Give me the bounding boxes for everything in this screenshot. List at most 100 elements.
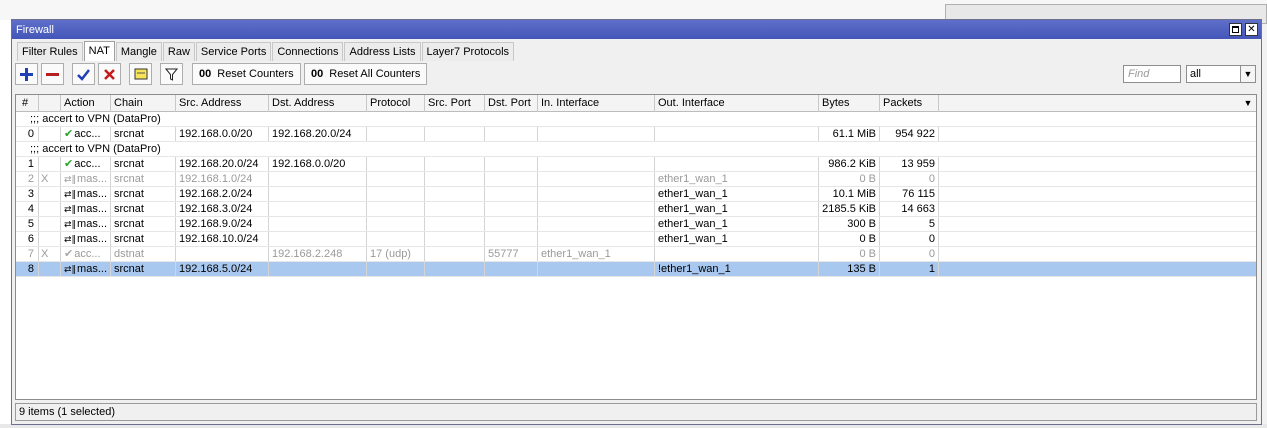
title-bar[interactable]: Firewall ✕	[12, 20, 1261, 39]
tab-filter-rules[interactable]: Filter Rules	[17, 42, 83, 61]
counter-reset-all-icon: 00	[311, 68, 324, 80]
table-header: # Action Chain Src. Address Dst. Address…	[16, 95, 1256, 112]
rule-protocol	[367, 262, 425, 276]
rule-packets: 0	[880, 172, 939, 186]
rule-src-port	[425, 157, 485, 171]
maximize-icon	[1232, 26, 1239, 33]
rule-index: 2	[16, 172, 39, 186]
add-button[interactable]	[15, 63, 38, 85]
rule-index: 3	[16, 187, 39, 201]
rule-src-port	[425, 202, 485, 216]
enable-button[interactable]	[72, 63, 95, 85]
rule-bytes: 0 B	[819, 247, 880, 261]
rule-packets: 0	[880, 247, 939, 261]
rule-index: 4	[16, 202, 39, 216]
tab-connections[interactable]: Connections	[272, 42, 344, 61]
col-protocol[interactable]: Protocol	[367, 95, 425, 112]
rule-protocol	[367, 187, 425, 201]
table-comment-row[interactable]: ;;; accert to VPN (DataPro)	[16, 142, 1256, 157]
rule-flag	[39, 262, 61, 276]
rule-index: 1	[16, 157, 39, 171]
close-button[interactable]: ✕	[1245, 23, 1258, 36]
rule-bytes: 300 B	[819, 217, 880, 231]
reset-counters-button[interactable]: 00 Reset Counters	[192, 63, 301, 85]
rule-dst-address: 192.168.20.0/24	[269, 127, 367, 141]
rule-action-label: acc...	[74, 128, 101, 140]
rule-dst-address: 192.168.0.0/20	[269, 157, 367, 171]
table-row[interactable]: 2 X ⇄‖mas... srcnat 192.168.1.0/24 ether1_wan…	[16, 172, 1256, 187]
rule-in-interface	[538, 157, 655, 171]
remove-button[interactable]	[41, 63, 64, 85]
column-chooser[interactable]: ▼	[1240, 95, 1256, 111]
toolbar: 00 Reset Counters 00 Reset All Counters …	[12, 61, 1261, 87]
disable-button[interactable]	[98, 63, 121, 85]
rule-bytes: 0 B	[819, 232, 880, 246]
col-action[interactable]: Action	[61, 95, 111, 112]
rule-action: ⇄‖mas...	[61, 202, 111, 216]
rule-index: 5	[16, 217, 39, 231]
filter-select-dropdown[interactable]: ▼	[1240, 65, 1256, 83]
chevron-down-icon: ▼	[1243, 98, 1253, 108]
col-dst-address[interactable]: Dst. Address	[269, 95, 367, 112]
rule-action-label: mas...	[77, 188, 107, 200]
maximize-button[interactable]	[1229, 23, 1242, 36]
reset-counters-label: Reset Counters	[217, 68, 294, 80]
table-row[interactable]: 8 ⇄‖mas... srcnat 192.168.5.0/24 !ether1_wan…	[16, 262, 1256, 277]
table-body: ;;; accert to VPN (DataPro) 0 ✔acc... srcna…	[16, 112, 1256, 277]
reset-all-counters-label: Reset All Counters	[329, 68, 421, 80]
rule-dst-port	[485, 232, 538, 246]
table-row[interactable]: 7 X ✔acc... dstnat 192.168.2.248 17 (udp) 5577…	[16, 247, 1256, 262]
rule-protocol	[367, 172, 425, 186]
tab-address-lists[interactable]: Address Lists	[344, 42, 421, 61]
col-dst-port[interactable]: Dst. Port	[485, 95, 538, 112]
col-in-interface[interactable]: In. Interface	[538, 95, 655, 112]
status-bar: 9 items (1 selected)	[15, 403, 1257, 421]
rule-src-address: 192.168.0.0/20	[176, 127, 269, 141]
check-icon	[77, 68, 90, 81]
comment-button[interactable]	[129, 63, 152, 85]
table-row[interactable]: 6 ⇄‖mas... srcnat 192.168.10.0/24 ether1_wan…	[16, 232, 1256, 247]
tab-service-ports[interactable]: Service Ports	[195, 42, 272, 61]
rule-in-interface	[538, 202, 655, 216]
rule-bytes: 2185.5 KiB	[819, 202, 880, 216]
rule-packets: 13 959	[880, 157, 939, 171]
close-icon: ✕	[1247, 23, 1256, 35]
tab-mangle[interactable]: Mangle	[115, 42, 162, 61]
masquerade-icon: ⇄‖	[64, 190, 77, 200]
table-row[interactable]: 3 ⇄‖mas... srcnat 192.168.2.0/24 ether1_wan_…	[16, 187, 1256, 202]
table-comment-row[interactable]: ;;; accert to VPN (DataPro)	[16, 112, 1256, 127]
rule-comment: ;;; accert to VPN (DataPro)	[30, 143, 161, 155]
col-flags[interactable]	[39, 95, 61, 112]
col-index[interactable]: #	[16, 95, 39, 112]
col-chain[interactable]: Chain	[111, 95, 176, 112]
find-input[interactable]: Find	[1123, 65, 1181, 83]
col-out-interface[interactable]: Out. Interface	[655, 95, 819, 112]
tab-layer7-protocols[interactable]: Layer7 Protocols	[421, 42, 515, 61]
rule-src-address: 192.168.5.0/24	[176, 262, 269, 276]
rule-dst-port: 55777	[485, 247, 538, 261]
tab-raw[interactable]: Raw	[162, 42, 195, 61]
col-src-port[interactable]: Src. Port	[425, 95, 485, 112]
tab-bar: Filter Rules NAT Mangle Raw Service Port…	[12, 39, 1261, 61]
filter-select[interactable]: all	[1186, 65, 1248, 83]
nat-rules-table[interactable]: # Action Chain Src. Address Dst. Address…	[15, 94, 1257, 400]
col-bytes[interactable]: Bytes	[819, 95, 880, 112]
table-row[interactable]: 4 ⇄‖mas... srcnat 192.168.3.0/24 ether1_wan_…	[16, 202, 1256, 217]
col-packets[interactable]: Packets	[880, 95, 939, 112]
table-row[interactable]: 0 ✔acc... srcnat 192.168.0.0/20 192.168.20.0…	[16, 127, 1256, 142]
rule-src-address: 192.168.3.0/24	[176, 202, 269, 216]
tab-nat[interactable]: NAT	[83, 41, 115, 61]
counter-reset-icon: 00	[199, 68, 212, 80]
col-src-address[interactable]: Src. Address	[176, 95, 269, 112]
table-row[interactable]: 5 ⇄‖mas... srcnat 192.168.9.0/24 ether1_wan_…	[16, 217, 1256, 232]
rule-dst-address	[269, 217, 367, 231]
table-row[interactable]: 1 ✔acc... srcnat 192.168.20.0/24 192.168.0.0…	[16, 157, 1256, 172]
rule-action: ⇄‖mas...	[61, 262, 111, 276]
masquerade-icon: ⇄‖	[64, 220, 77, 230]
rule-protocol	[367, 127, 425, 141]
reset-all-counters-button[interactable]: 00 Reset All Counters	[304, 63, 428, 85]
filter-button[interactable]	[160, 63, 183, 85]
rule-in-interface	[538, 262, 655, 276]
rule-in-interface	[538, 232, 655, 246]
rule-protocol	[367, 232, 425, 246]
